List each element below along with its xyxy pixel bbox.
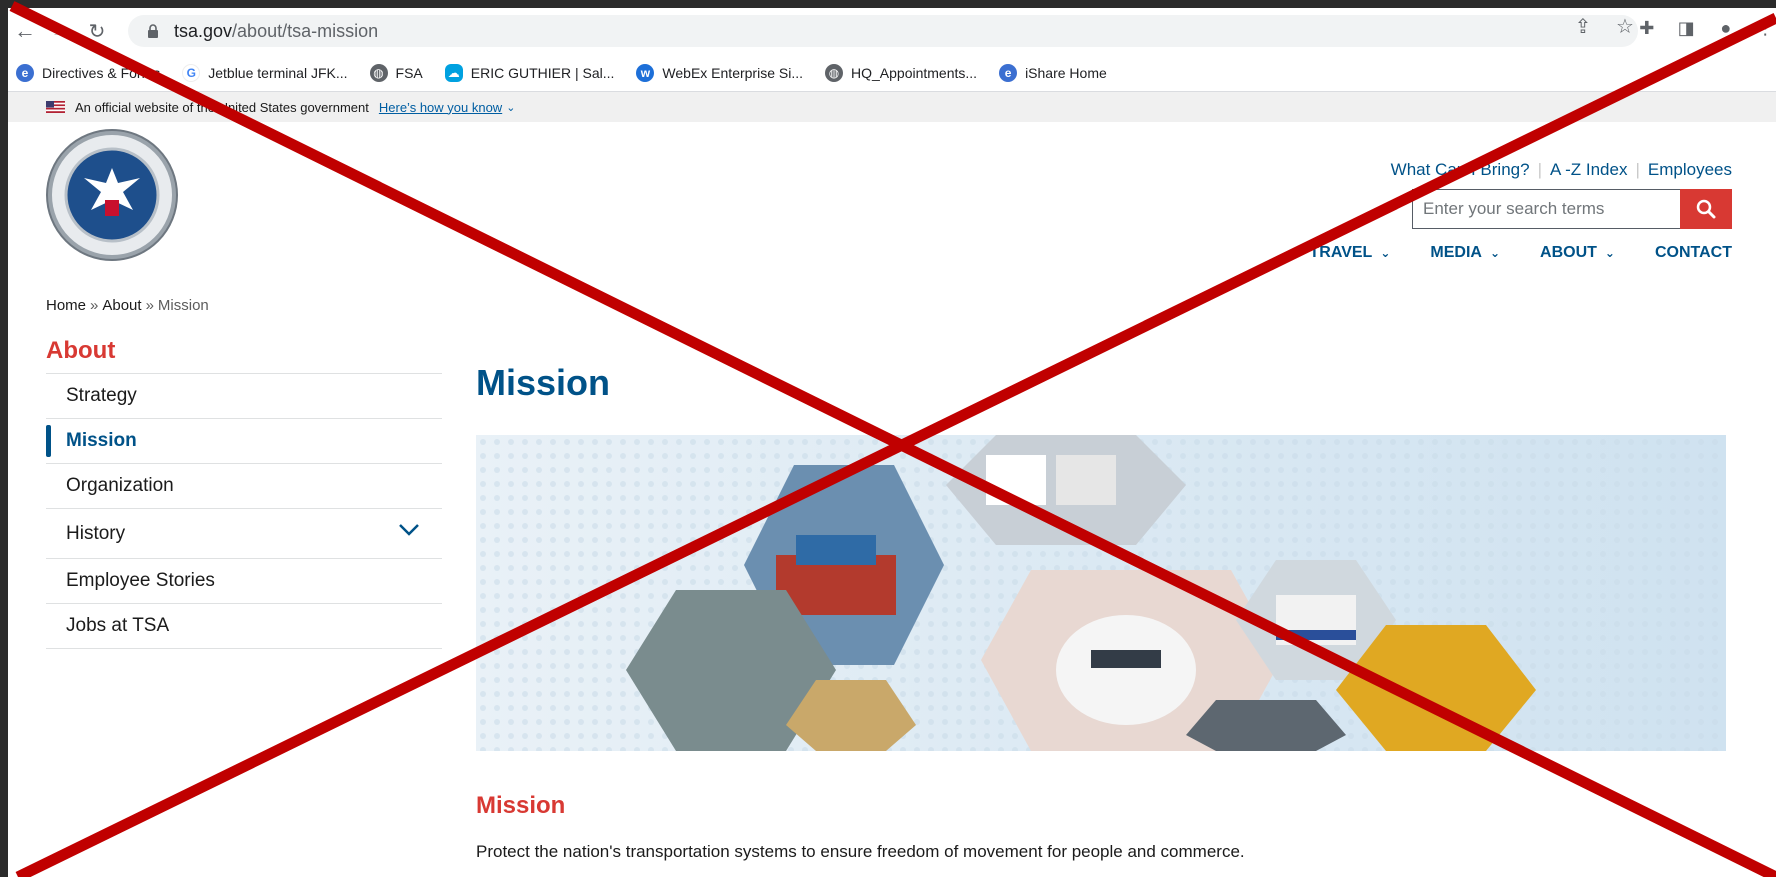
nav-contact[interactable]: CONTACT	[1655, 244, 1732, 262]
menu-kebab-icon[interactable]: ⋮	[1755, 16, 1776, 40]
address-bar[interactable]: tsa.gov/about/tsa-mission	[128, 15, 1638, 47]
url-path: /about/tsa-mission	[232, 20, 379, 41]
nav-label: CONTACT	[1654, 244, 1732, 261]
bookmark-item[interactable]: ☁ ERIC GUTHIER | Sal...	[444, 63, 615, 82]
hero-image-transportation-collage	[476, 435, 1726, 751]
page-title: Mission	[476, 362, 611, 403]
edge-icon: e	[16, 63, 34, 82]
chevron-down-icon: ⌄	[1489, 246, 1501, 260]
a-z-index-link[interactable]: A -Z Index	[1550, 160, 1627, 180]
browser-viewport: ← → ↻ tsa.gov/about/tsa-mission ⇪ ☆ ✚ ◨ …	[8, 8, 1776, 877]
edge-icon: e	[999, 63, 1018, 82]
breadcrumb-separator: »	[90, 297, 99, 314]
omnibox-actions: ⇪ ☆	[1572, 15, 1636, 38]
sidebar-item-label: Employee Stories	[66, 570, 215, 591]
how-you-know-link[interactable]: Here’s how you know	[379, 100, 502, 115]
sidebar-item-label: Jobs at TSA	[66, 615, 170, 636]
sidebar-item-label: History	[66, 522, 126, 544]
bookmark-label: iShare Home	[1025, 64, 1107, 81]
employees-link[interactable]: Employees	[1648, 160, 1732, 180]
chevron-down-icon[interactable]	[398, 523, 420, 537]
seating-hex	[1186, 700, 1346, 751]
nav-label: TRAVEL	[1309, 244, 1373, 261]
main-navigation: TRAVEL ⌄ MEDIA ⌄ ABOUT ⌄ CONTACT	[1310, 244, 1732, 262]
back-icon[interactable]: ←	[10, 16, 40, 46]
divider: |	[1537, 160, 1542, 179]
extension-area: ✚ ◨ ● ⋮	[1636, 16, 1776, 40]
sidebar-item-strategy[interactable]: Strategy	[46, 374, 442, 419]
nav-travel[interactable]: TRAVEL ⌄	[1310, 244, 1391, 262]
divider: |	[1635, 160, 1640, 179]
sidebar-item-mission[interactable]: Mission	[46, 419, 442, 464]
globe-icon: ◍	[825, 63, 843, 82]
lock-icon	[148, 24, 158, 38]
nav-label: MEDIA	[1430, 244, 1482, 261]
profile-avatar-icon[interactable]: ●	[1715, 16, 1737, 40]
bookmark-item[interactable]: e Directives & Forms	[16, 63, 161, 82]
gov-banner-text: An official website of the United States…	[75, 99, 369, 115]
breadcrumb-separator: »	[145, 297, 154, 314]
sidebar-item-label: Organization	[66, 475, 174, 496]
sidebar-item-label: Strategy	[66, 385, 137, 406]
sidebar-item-label: Mission	[66, 430, 137, 451]
nav-about[interactable]: ABOUT ⌄	[1540, 244, 1615, 262]
what-can-i-bring-link[interactable]: What Can I Bring?	[1391, 160, 1530, 180]
breadcrumb-current: Mission	[157, 297, 209, 314]
search-button[interactable]	[1680, 189, 1732, 229]
bookmark-label: FSA	[395, 64, 423, 81]
bookmark-label: HQ_Appointments...	[851, 64, 978, 81]
bookmark-item[interactable]: G Jetblue terminal JFK...	[182, 63, 348, 82]
screenshot-frame: ← → ↻ tsa.gov/about/tsa-mission ⇪ ☆ ✚ ◨ …	[0, 0, 1776, 877]
globe-icon: ◍	[369, 63, 388, 82]
bookmark-label: WebEx Enterprise Si...	[662, 64, 803, 81]
search-input[interactable]: Enter your search terms	[1412, 189, 1680, 229]
nav-media[interactable]: MEDIA ⌄	[1430, 244, 1500, 262]
bookmark-item[interactable]: ◍ HQ_Appointments...	[825, 63, 978, 82]
web-page: An official website of the United States…	[8, 92, 1776, 877]
reload-icon[interactable]: ↻	[82, 16, 112, 46]
forward-icon[interactable]: →	[46, 16, 76, 46]
sidebar-item-history[interactable]: History	[46, 509, 442, 559]
breadcrumb: Home» About» Mission	[46, 297, 209, 314]
sidebar-item-jobs[interactable]: Jobs at TSA	[46, 604, 442, 649]
breadcrumb-home-link[interactable]: Home	[46, 297, 86, 314]
chevron-down-icon: ⌄	[1604, 246, 1615, 260]
chevron-down-icon[interactable]: ⌄	[506, 101, 515, 114]
mission-statement: Protect the nation's transportation syst…	[476, 842, 1245, 861]
webex-icon: w	[636, 63, 655, 82]
url-text: tsa.gov/about/tsa-mission	[174, 21, 378, 42]
sidebar-item-employee-stories[interactable]: Employee Stories	[46, 559, 442, 604]
extensions-puzzle-icon[interactable]: ✚	[1636, 16, 1658, 40]
tsa-seal-logo[interactable]	[45, 128, 179, 262]
site-search: Enter your search terms	[1412, 189, 1732, 229]
bookmarks-bar: e Directives & Forms G Jetblue terminal …	[8, 54, 1776, 92]
chevron-down-icon: ⌄	[1380, 246, 1391, 260]
bookmark-item[interactable]: e iShare Home	[999, 63, 1107, 82]
breadcrumb-about-link[interactable]: About	[102, 297, 141, 314]
side-panel-icon[interactable]: ◨	[1676, 16, 1698, 40]
section-heading: Mission	[476, 792, 566, 819]
bookmark-label: Jetblue terminal JFK...	[208, 64, 348, 81]
search-icon	[1696, 199, 1716, 219]
bookmark-label: Directives & Forms	[42, 64, 161, 81]
salesforce-icon: ☁	[444, 63, 463, 82]
url-domain: tsa.gov	[174, 20, 233, 41]
sidebar-item-organization[interactable]: Organization	[46, 464, 442, 509]
browser-toolbar: ← → ↻ tsa.gov/about/tsa-mission ⇪ ☆ ✚ ◨ …	[8, 8, 1776, 54]
utility-links: What Can I Bring? | A -Z Index | Employe…	[1391, 160, 1732, 180]
bookmark-label: ERIC GUTHIER | Sal...	[470, 64, 615, 81]
bookmark-item[interactable]: ◍ FSA	[369, 63, 423, 82]
us-flag-icon	[46, 101, 65, 113]
nav-label: ABOUT	[1540, 244, 1597, 261]
bookmark-star-icon[interactable]: ☆	[1614, 15, 1636, 38]
sidebar-title[interactable]: About	[46, 334, 442, 374]
bookmark-item[interactable]: w WebEx Enterprise Si...	[636, 63, 803, 82]
gov-banner: An official website of the United States…	[8, 92, 1776, 122]
sidebar-nav: About Strategy Mission Organization Hist…	[46, 334, 442, 649]
google-icon: G	[182, 63, 201, 82]
share-icon[interactable]: ⇪	[1572, 15, 1594, 38]
